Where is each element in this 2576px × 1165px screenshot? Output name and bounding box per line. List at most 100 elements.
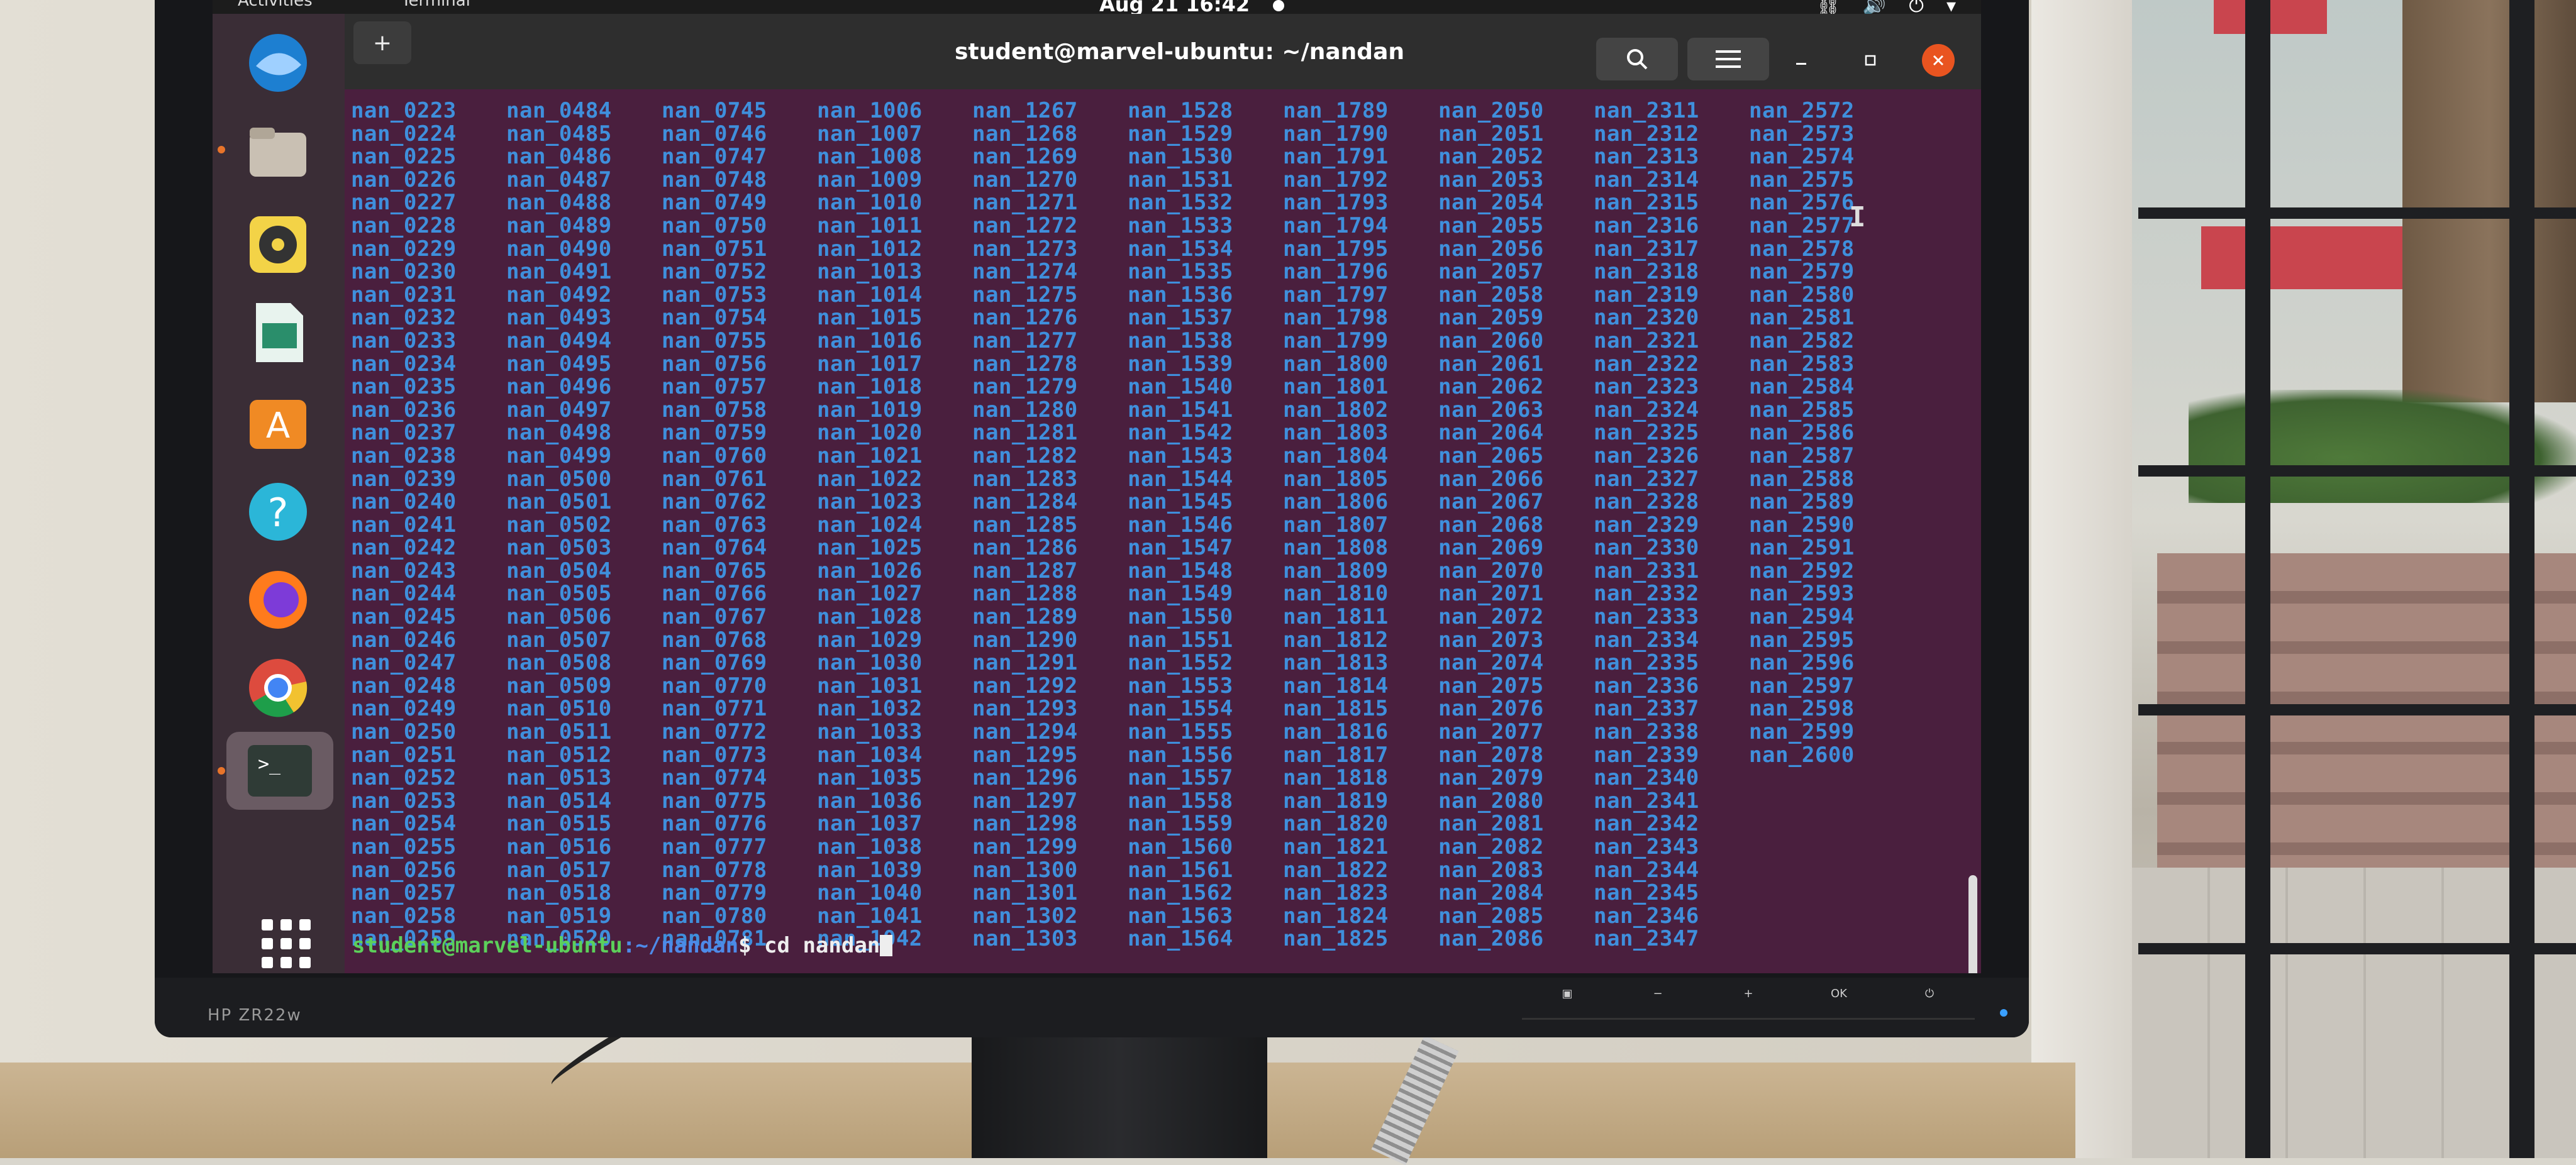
file-entry: nan_0242 <box>351 535 457 561</box>
file-entry: nan_1799 <box>1283 328 1389 353</box>
file-entry: nan_2346 <box>1594 903 1699 929</box>
file-entry: nan_1560 <box>1128 834 1233 859</box>
file-entry: nan_0486 <box>506 144 612 170</box>
file-entry: nan_1279 <box>972 374 1078 400</box>
file-entry: nan_0503 <box>506 535 612 561</box>
file-entry: nan_1818 <box>1283 765 1389 791</box>
file-entry: nan_0516 <box>506 834 612 859</box>
file-entry: nan_0239 <box>351 466 457 492</box>
file-entry: nan_0764 <box>662 535 767 561</box>
file-entry: nan_0251 <box>351 742 457 768</box>
rhythmbox-icon[interactable] <box>239 206 317 284</box>
file-entry: nan_1014 <box>817 282 923 307</box>
file-entry: nan_2585 <box>1749 397 1855 422</box>
software-center-icon[interactable]: A <box>239 382 317 460</box>
file-entry: nan_1019 <box>817 397 923 422</box>
minimize-icon[interactable] <box>1785 44 1818 77</box>
file-entry: nan_0248 <box>351 673 457 698</box>
file-entry: nan_1270 <box>972 167 1078 192</box>
file-entry: nan_2315 <box>1594 190 1699 216</box>
file-entry: nan_1023 <box>817 489 923 515</box>
file-entry: nan_1802 <box>1283 397 1389 422</box>
file-entry: nan_1300 <box>972 857 1078 883</box>
libreoffice-impress-icon[interactable] <box>239 294 317 372</box>
file-entry: nan_0752 <box>662 259 767 285</box>
file-entry: nan_0766 <box>662 581 767 607</box>
file-entry: nan_0243 <box>351 558 457 583</box>
file-entry: nan_2593 <box>1749 581 1855 607</box>
maximize-icon[interactable] <box>1854 44 1887 77</box>
file-entry: nan_2064 <box>1438 420 1544 446</box>
file-entry: nan_0760 <box>662 443 767 468</box>
file-entry: nan_1017 <box>817 351 923 377</box>
file-entry: nan_2051 <box>1438 121 1544 146</box>
file-entry: nan_2345 <box>1594 880 1699 906</box>
search-icon[interactable] <box>1596 38 1678 80</box>
file-entry: nan_1021 <box>817 443 923 468</box>
file-entry: nan_2083 <box>1438 857 1544 883</box>
file-entry: nan_0780 <box>662 903 767 929</box>
file-entry: nan_0487 <box>506 167 612 192</box>
file-entry: nan_1040 <box>817 880 923 906</box>
file-entry: nan_1549 <box>1128 581 1233 607</box>
file-entry: nan_0240 <box>351 489 457 515</box>
app-menu[interactable]: Terminal <box>401 0 470 10</box>
file-entry: nan_2311 <box>1594 98 1699 123</box>
file-entry: nan_0229 <box>351 236 457 262</box>
hamburger-menu-icon[interactable] <box>1687 38 1769 80</box>
file-entry: nan_2058 <box>1438 282 1544 307</box>
file-entry: nan_0246 <box>351 627 457 653</box>
file-entry: nan_1536 <box>1128 282 1233 307</box>
terminal-icon[interactable]: >_ <box>226 732 333 810</box>
file-entry: nan_1547 <box>1128 535 1233 561</box>
file-entry: nan_1532 <box>1128 190 1233 216</box>
file-entry: nan_2597 <box>1749 673 1855 698</box>
monitor-power-button[interactable]: ⏻ <box>1884 982 1975 1020</box>
file-entry: nan_1553 <box>1128 673 1233 698</box>
file-entry: nan_0753 <box>662 282 767 307</box>
file-entry: nan_2592 <box>1749 558 1855 583</box>
monitor-plus-button[interactable]: + <box>1703 982 1794 1020</box>
close-icon[interactable] <box>1922 44 1955 77</box>
file-entry: nan_0515 <box>506 811 612 837</box>
files-icon[interactable] <box>239 114 317 192</box>
file-entry: nan_1539 <box>1128 351 1233 377</box>
file-entry: nan_1277 <box>972 328 1078 353</box>
terminal-output[interactable]: nan_0223 nan_0484 nan_0745 nan_1006 nan_1267… <box>345 89 1981 973</box>
file-entry: nan_0232 <box>351 305 457 331</box>
file-entry: nan_2347 <box>1594 926 1699 952</box>
scrollbar[interactable] <box>1968 875 1977 973</box>
file-entry: nan_2574 <box>1749 144 1855 170</box>
file-entry: nan_1824 <box>1283 903 1389 929</box>
file-entry: nan_2583 <box>1749 351 1855 377</box>
file-entry: nan_0517 <box>506 857 612 883</box>
chrome-icon[interactable] <box>239 649 317 727</box>
file-entry: nan_0495 <box>506 351 612 377</box>
show-apps-icon[interactable] <box>262 919 318 968</box>
file-entry: nan_0509 <box>506 673 612 698</box>
file-entry: nan_1806 <box>1283 489 1389 515</box>
file-entry: nan_0745 <box>662 98 767 123</box>
help-icon[interactable]: ? <box>239 473 317 551</box>
terminal-headerbar: + student@marvel-ubuntu: ~/nandan <box>345 14 1981 89</box>
file-entry: nan_0236 <box>351 397 457 422</box>
monitor-input-button[interactable]: ▣ <box>1522 982 1613 1020</box>
terminal-window[interactable]: + student@marvel-ubuntu: ~/nandan nan_02… <box>345 14 1981 973</box>
file-entry: nan_1033 <box>817 719 923 745</box>
activities-button[interactable]: Activities <box>238 0 313 10</box>
command-prompt[interactable]: student@marvel-ubuntu:~/nandan$ cd nanda… <box>352 934 893 957</box>
file-entry: nan_2077 <box>1438 719 1544 745</box>
file-entry: nan_1007 <box>817 121 923 146</box>
firefox-icon[interactable] <box>239 561 317 639</box>
file-entry: nan_1289 <box>972 604 1078 630</box>
new-tab-button[interactable]: + <box>353 21 411 64</box>
file-entry: nan_1008 <box>817 144 923 170</box>
file-entry: nan_2063 <box>1438 397 1544 422</box>
monitor-ok-button[interactable]: OK <box>1794 982 1884 1020</box>
monitor-minus-button[interactable]: − <box>1613 982 1703 1020</box>
file-entry: nan_1286 <box>972 535 1078 561</box>
file-entry: nan_1807 <box>1283 512 1389 538</box>
thunderbird-icon[interactable] <box>239 24 317 102</box>
file-entry: nan_0757 <box>662 374 767 400</box>
file-entry: nan_2054 <box>1438 190 1544 216</box>
